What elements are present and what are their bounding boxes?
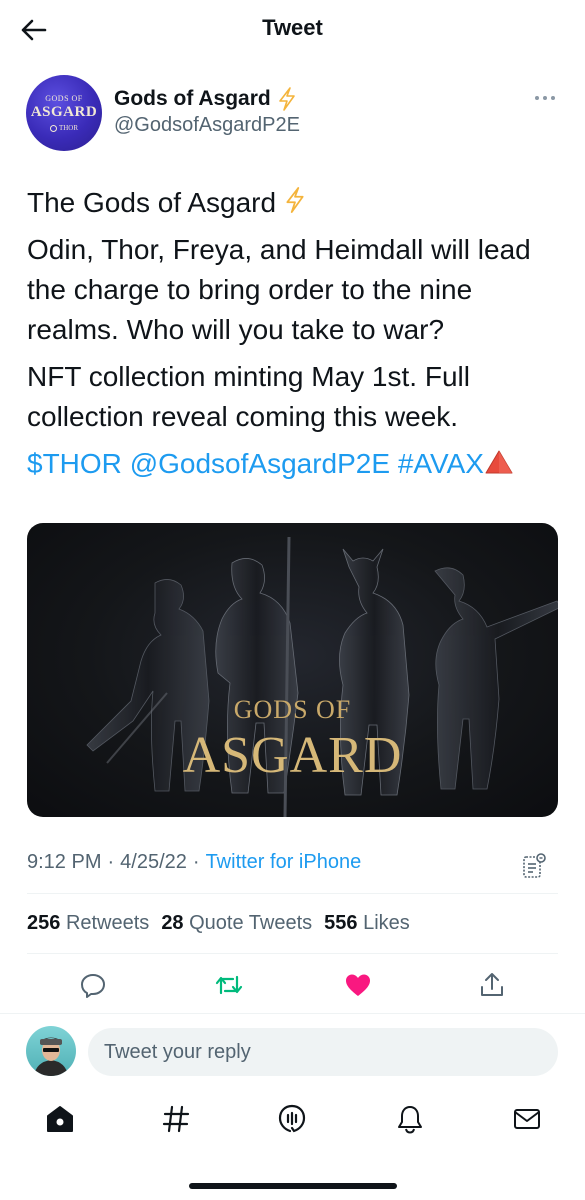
tweet-source-link[interactable]: Twitter for iPhone xyxy=(206,851,362,874)
retweets-label: Retweets xyxy=(65,912,150,934)
tab-messages[interactable] xyxy=(510,1102,544,1136)
tweet-paragraph1: Odin, Thor, Freya, and Heimdall will lea… xyxy=(27,234,531,345)
tab-home[interactable] xyxy=(43,1102,77,1136)
tab-notifications[interactable] xyxy=(393,1102,427,1136)
tweet-analytics-button[interactable] xyxy=(521,852,547,880)
likes-value: 556 xyxy=(324,912,358,934)
meta-separator: · xyxy=(107,851,115,873)
tweet-line1: The Gods of Asgard xyxy=(27,183,567,223)
share-icon xyxy=(481,973,503,996)
author-avatar[interactable]: GODS OF ASGARD THOR xyxy=(26,75,102,151)
reply-placeholder: Tweet your reply xyxy=(104,1041,251,1063)
explore-icon xyxy=(162,1105,190,1133)
avatar-token: THOR xyxy=(49,124,79,132)
likes-count[interactable]: 556 Likes xyxy=(324,912,410,935)
mention-link[interactable]: @GodsofAsgardP2E xyxy=(130,448,390,479)
lightning-icon xyxy=(278,87,295,111)
tweet-time: 9:12 PM xyxy=(27,851,102,873)
user-avatar-illustration xyxy=(34,1037,68,1076)
quote-tweets-value: 28 xyxy=(161,912,184,934)
quote-tweets-label: Quote Tweets xyxy=(189,912,313,934)
meta-separator: · xyxy=(192,851,200,873)
top-bar: Tweet xyxy=(0,0,585,58)
likes-label: Likes xyxy=(363,912,410,934)
reply-input[interactable]: Tweet your reply xyxy=(88,1028,558,1076)
avatar-line2: ASGARD xyxy=(30,104,98,120)
like-button[interactable] xyxy=(343,970,373,1000)
tweet-body: The Gods of Asgard Odin, Thor, Freya, an… xyxy=(27,183,567,484)
avatar-line1: GODS OF xyxy=(45,94,83,103)
user-avatar[interactable] xyxy=(26,1026,76,1076)
engagement-counts: 256 Retweets 28 Quote Tweets 556 Likes xyxy=(27,912,410,935)
notifications-icon xyxy=(398,1106,422,1134)
retweets-count[interactable]: 256 Retweets xyxy=(27,912,149,935)
tab-spaces[interactable] xyxy=(275,1102,309,1136)
media-title-big: ASGARD xyxy=(182,727,403,784)
more-options-button[interactable] xyxy=(531,90,559,106)
reply-icon xyxy=(81,974,105,998)
divider xyxy=(27,893,558,894)
reply-button[interactable] xyxy=(78,970,108,1000)
home-icon xyxy=(47,1106,73,1132)
tweet-paragraph2: NFT collection minting May 1st. Full col… xyxy=(27,361,470,432)
cashtag-link[interactable]: $THOR xyxy=(27,448,122,479)
tweet-date: 4/25/22 xyxy=(120,851,187,873)
retweet-icon xyxy=(215,975,243,995)
heart-icon xyxy=(346,974,370,996)
tweet-actions xyxy=(0,962,585,1008)
spaces-icon xyxy=(278,1104,306,1133)
tweet-links: $THOR @GodsofAsgardP2E #AVAX xyxy=(27,444,567,484)
page-title: Tweet xyxy=(262,15,323,40)
share-button[interactable] xyxy=(477,970,507,1000)
media-title-small: GODS OF xyxy=(233,695,352,724)
coin-icon xyxy=(49,124,57,132)
divider xyxy=(0,1013,585,1014)
author-handle[interactable]: @GodsofAsgardP2E xyxy=(114,114,300,137)
red-triangle-icon xyxy=(485,450,513,474)
tweet-media-image[interactable]: GODS OF ASGARD xyxy=(27,523,558,817)
hashtag-link[interactable]: #AVAX xyxy=(398,448,484,479)
tab-explore[interactable] xyxy=(159,1102,193,1136)
avatar-line3: THOR xyxy=(58,124,79,132)
retweet-button[interactable] xyxy=(214,970,244,1000)
home-indicator xyxy=(189,1183,397,1189)
more-icon xyxy=(535,96,555,100)
quote-tweets-count[interactable]: 28 Quote Tweets xyxy=(161,912,312,935)
bottom-tab-bar xyxy=(0,1094,585,1146)
author-name-text: Gods of Asgard xyxy=(114,87,271,110)
messages-icon xyxy=(514,1109,540,1129)
lightning-icon xyxy=(286,187,304,213)
tweet-title-text: The Gods of Asgard xyxy=(27,187,277,218)
divider xyxy=(27,953,558,954)
tweet-meta: 9:12 PM · 4/25/22 · Twitter for iPhone xyxy=(27,851,361,874)
analytics-icon xyxy=(523,853,546,878)
retweets-value: 256 xyxy=(27,912,61,934)
author-display-name[interactable]: Gods of Asgard xyxy=(114,87,297,111)
